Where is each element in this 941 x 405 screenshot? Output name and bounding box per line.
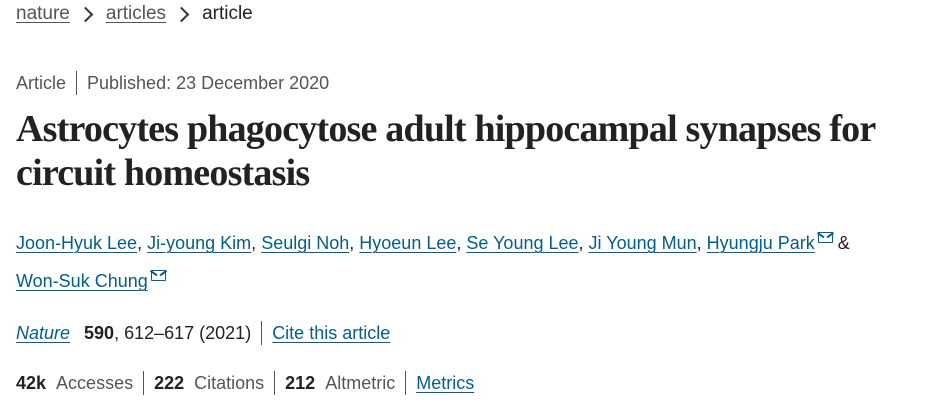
article-meta: Article Published: 23 December 2020 [16, 71, 329, 95]
citation-line: Nature 590 , 612–617 (2021) Cite this ar… [16, 321, 390, 345]
author-link[interactable]: Ji Young Mun [589, 233, 697, 253]
author-link[interactable]: Hyoeun Lee [359, 233, 456, 253]
citations-count: 222 [154, 373, 185, 393]
author-item: Hyoeun Lee, [359, 233, 462, 253]
divider [405, 371, 407, 395]
author-item: Seulgi Noh, [261, 233, 355, 253]
author-link[interactable]: Hyungju Park [707, 233, 815, 253]
altmetric-label: Altmetric [325, 373, 396, 393]
metrics-link[interactable]: Metrics [416, 371, 474, 395]
accesses-count: 42k [16, 373, 47, 393]
author-item: Ji-young Kim, [147, 233, 257, 253]
author-item: Won-Suk Chung [16, 270, 166, 291]
breadcrumb-current: article [202, 3, 253, 24]
citations-label: Citations [194, 373, 265, 393]
article-type: Article [16, 73, 67, 93]
author-link[interactable]: Seulgi Noh [261, 233, 349, 253]
altmetric-score: 212 [285, 373, 316, 393]
divider [143, 371, 145, 395]
chevron-right-icon [173, 6, 190, 22]
pages-year: , 612–617 (2021) [114, 323, 252, 343]
divider [274, 371, 276, 395]
published-date: Published: 23 December 2020 [87, 73, 330, 93]
author-link[interactable]: Won-Suk Chung [16, 271, 148, 291]
article-metrics: 42k Accesses 222 Citations 212 Altmetric… [16, 371, 474, 395]
divider [261, 321, 263, 345]
mail-icon[interactable] [817, 232, 833, 243]
cite-this-article-link[interactable]: Cite this article [272, 321, 390, 345]
breadcrumb: nature articles article [16, 2, 253, 26]
divider [76, 71, 78, 95]
article-title: Astrocytes phagocytose adult hippocampal… [16, 108, 876, 194]
author-item: Ji Young Mun, [588, 233, 702, 253]
author-link[interactable]: Se Young Lee [466, 233, 578, 253]
journal-link[interactable]: Nature [16, 321, 70, 345]
author-item: Hyungju Park [707, 232, 833, 253]
authors-and: & [837, 233, 850, 253]
author-item: Se Young Lee, [466, 233, 584, 253]
mail-icon[interactable] [150, 270, 166, 281]
author-link[interactable]: Joon-Hyuk Lee [16, 233, 137, 253]
chevron-right-icon [77, 6, 94, 22]
author-item: Joon-Hyuk Lee, [16, 233, 143, 253]
breadcrumb-link-nature[interactable]: nature [16, 2, 70, 26]
journal-volume: 590 [84, 323, 115, 343]
breadcrumb-link-articles[interactable]: articles [106, 2, 166, 26]
author-link[interactable]: Ji-young Kim [147, 233, 251, 253]
author-list: Joon-Hyuk Lee, Ji-young Kim, Seulgi Noh,… [16, 224, 936, 300]
accesses-label: Accesses [56, 373, 134, 393]
